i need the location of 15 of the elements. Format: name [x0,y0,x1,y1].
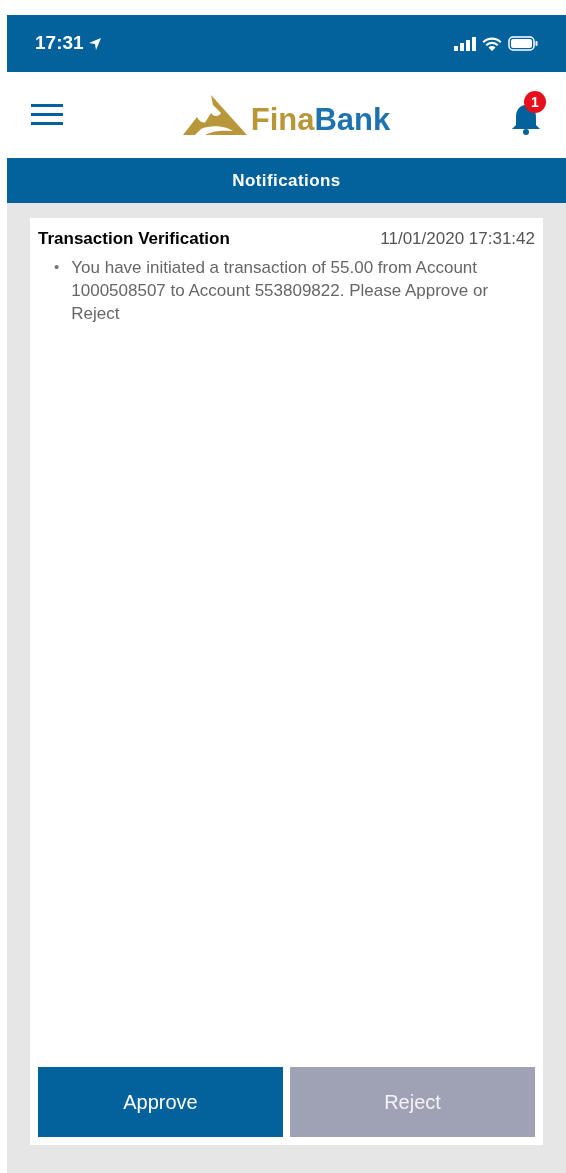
notification-timestamp: 11/01/2020 17:31:42 [380,228,535,250]
battery-icon [508,36,538,51]
status-time: 17:31 [35,31,84,56]
wifi-icon [482,36,502,51]
menu-icon [31,104,63,126]
signal-icon [454,36,476,51]
location-arrow-icon [87,36,102,51]
brand-name: FinaBank [250,104,391,135]
page-title: Notifications [232,169,341,192]
logo-icon [182,95,247,135]
approve-button[interactable]: Approve [38,1067,283,1137]
notification-message: You have initiated a transaction of 55.00 from Account 1000508507 to Account 553809822. Please Approve or Reject [71,256,490,325]
bullet: • [54,256,60,277]
notification-badge: 1 [524,91,546,113]
notification-title: Transaction Verification [38,228,230,250]
